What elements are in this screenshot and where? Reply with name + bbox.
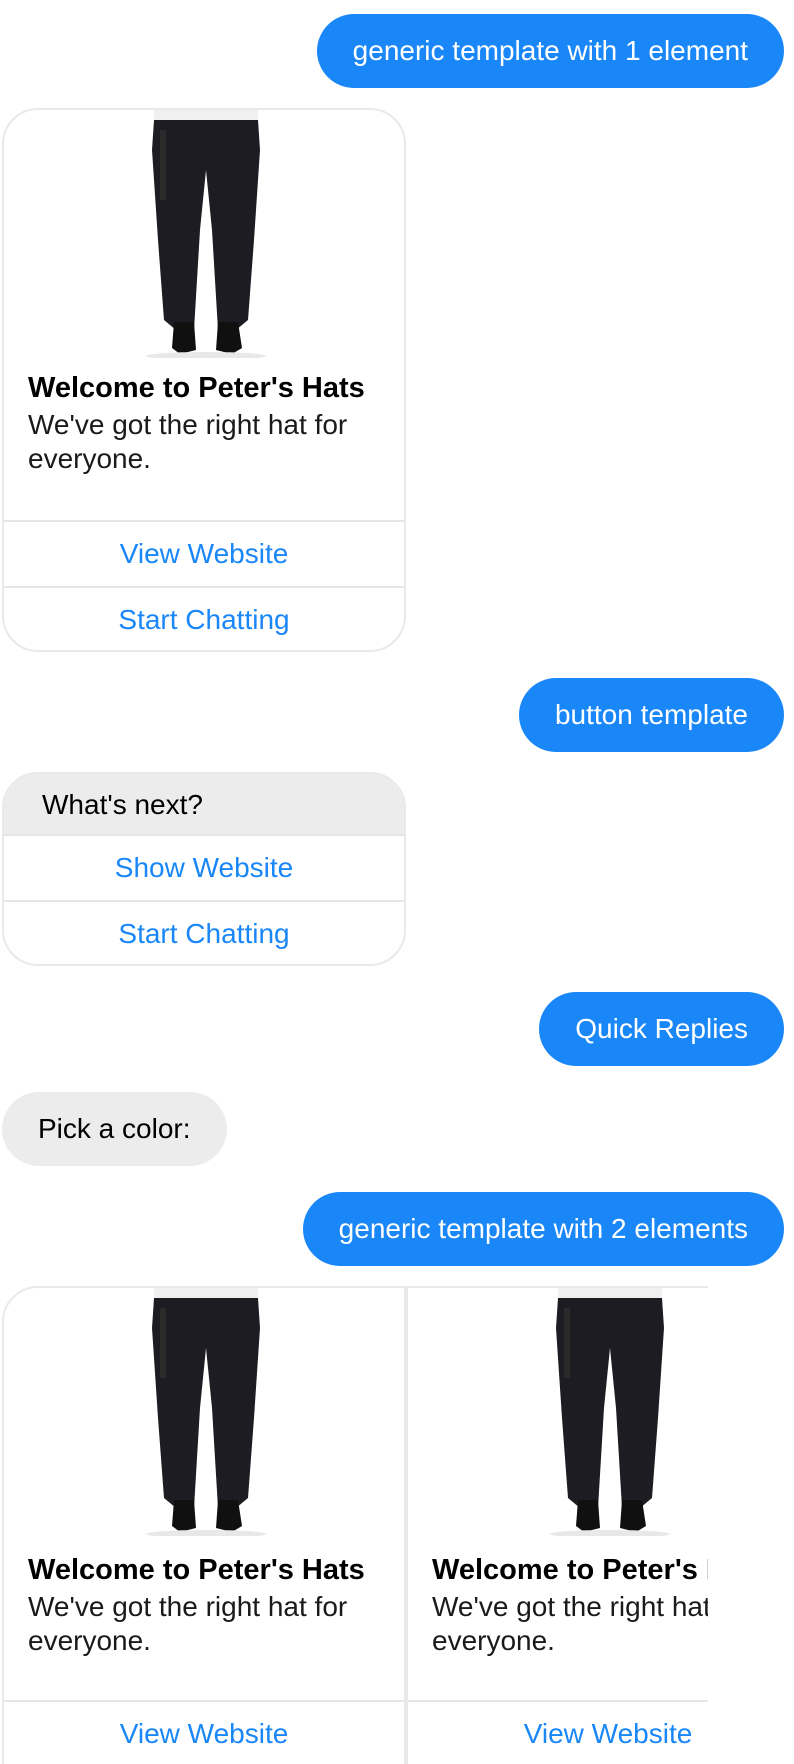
pants-image-icon xyxy=(550,1288,670,1536)
show-website-button[interactable]: Show Website xyxy=(4,834,404,900)
user-message: generic template with 2 elements xyxy=(302,1192,784,1266)
card-title: Welcome to Peter's Hats xyxy=(28,372,365,404)
card-subtitle: We've got the right hat for everyone. xyxy=(28,409,348,474)
carousel-card: Welcome to Peter's Hats We've got the ri… xyxy=(2,1286,406,1764)
view-website-button[interactable]: View Website xyxy=(408,1700,708,1764)
button-template-text-area: What's next? xyxy=(4,774,404,836)
button-template-card: What's next? Show Website Start Chatting xyxy=(2,772,406,966)
generic-template-card: Welcome to Peter's Hats We've got the ri… xyxy=(2,108,406,652)
bot-message: Pick a color: xyxy=(2,1092,227,1166)
card-title: Welcome to Peter's Hats xyxy=(432,1554,708,1586)
view-website-button[interactable]: View Website xyxy=(4,1700,404,1764)
card-subtitle: We've got the right hat for everyone. xyxy=(28,1591,348,1656)
carousel-card: Welcome to Peter's Hats We've got the ri… xyxy=(406,1286,708,1764)
pants-image-icon xyxy=(146,1288,266,1536)
user-message: Quick Replies xyxy=(539,992,784,1066)
product-image xyxy=(4,110,404,358)
product-image xyxy=(4,1288,404,1536)
product-image xyxy=(408,1288,708,1536)
button-template-text: What's next? xyxy=(42,789,203,820)
start-chatting-button[interactable]: Start Chatting xyxy=(4,586,404,650)
generic-template-carousel[interactable]: Welcome to Peter's Hats We've got the ri… xyxy=(0,1286,708,1764)
user-message: generic template with 1 element xyxy=(316,14,784,88)
card-title: Welcome to Peter's Hats xyxy=(28,1554,365,1586)
pants-image-icon xyxy=(146,110,266,358)
card-subtitle: We've got the right hat for everyone. xyxy=(432,1591,708,1656)
start-chatting-button[interactable]: Start Chatting xyxy=(4,900,404,964)
view-website-button[interactable]: View Website xyxy=(4,520,404,586)
user-message: button template xyxy=(518,678,784,752)
